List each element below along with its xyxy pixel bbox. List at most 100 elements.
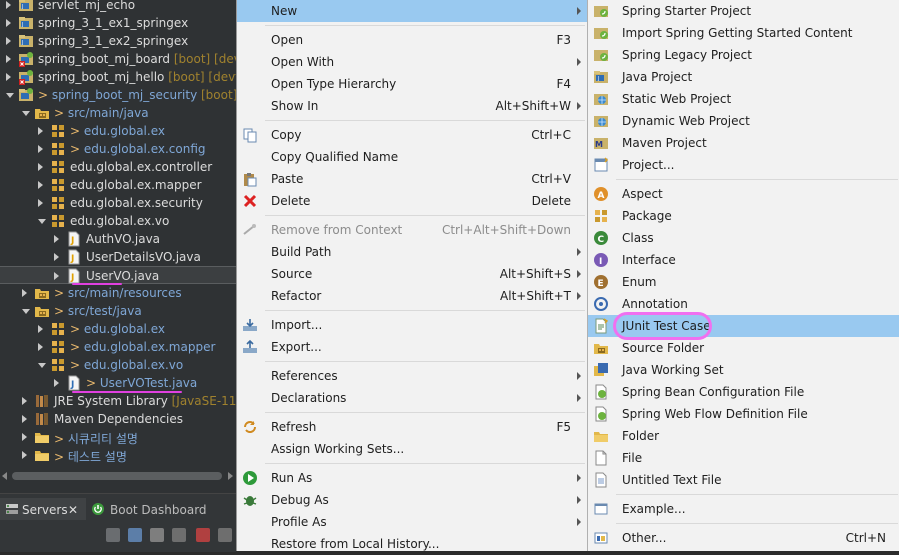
menu-item-source-folder[interactable]: Source Folder (588, 337, 899, 359)
menu-item-import[interactable]: Import... (237, 314, 587, 336)
menu-item-spring-bean-configuration-file[interactable]: Spring Bean Configuration File (588, 381, 899, 403)
chevron-right-icon[interactable] (38, 145, 43, 153)
menu-item-spring-legacy-project[interactable]: Spring Legacy Project (588, 44, 899, 66)
toolbar-button[interactable] (128, 528, 142, 542)
menu-item-restore-from-local-history[interactable]: Restore from Local History... (237, 533, 587, 555)
chevron-right-icon[interactable] (22, 415, 27, 423)
menu-item-assign-working-sets[interactable]: Assign Working Sets... (237, 438, 587, 460)
toolbar-button[interactable] (172, 528, 186, 542)
tab-boot-dashboard[interactable]: Boot Dashboard (88, 498, 232, 520)
menu-item-open-with[interactable]: Open With (237, 51, 587, 73)
tree-item[interactable]: > edu.global.ex.vo (0, 356, 236, 374)
chevron-right-icon[interactable] (54, 253, 59, 261)
menu-item-copy-qualified-name[interactable]: Copy Qualified Name (237, 146, 587, 168)
tab-servers[interactable]: Servers ✕ (0, 498, 86, 520)
chevron-down-icon[interactable] (38, 219, 46, 224)
menu-item-aspect[interactable]: A Aspect (588, 183, 899, 205)
scrollbar-thumb[interactable] (12, 472, 222, 480)
menu-item-open[interactable]: Open F3 (237, 29, 587, 51)
menu-item-project[interactable]: Project... (588, 154, 899, 176)
chevron-right-icon[interactable] (6, 1, 11, 9)
menu-item-folder[interactable]: Folder (588, 425, 899, 447)
chevron-right-icon[interactable] (22, 289, 27, 297)
tree-item[interactable]: J UserDetailsVO.java (0, 248, 236, 266)
tree-item[interactable]: spring_boot_mj_board [boot] [devtools] (0, 50, 236, 68)
menu-item-java-project[interactable]: J Java Project (588, 66, 899, 88)
menu-item-export[interactable]: Export... (237, 336, 587, 358)
toolbar-button[interactable] (150, 528, 164, 542)
tree-item[interactable]: edu.global.ex.controller (0, 158, 236, 176)
menu-item-declarations[interactable]: Declarations (237, 387, 587, 409)
tree-item[interactable]: Maven Dependencies (0, 410, 236, 428)
tree-item[interactable]: edu.global.ex.vo (0, 212, 236, 230)
tree-item[interactable]: J AuthVO.java (0, 230, 236, 248)
close-icon[interactable]: ✕ (68, 503, 78, 517)
tree-item[interactable]: edu.global.ex.security (0, 194, 236, 212)
tree-item[interactable]: spring_boot_mj_hello [boot] [devtools] (0, 68, 236, 86)
menu-item-show-in[interactable]: Show In Alt+Shift+W (237, 95, 587, 117)
menu-item-spring-web-flow-definition-file[interactable]: Spring Web Flow Definition File (588, 403, 899, 425)
menu-item-import-spring-getting-started-content[interactable]: Import Spring Getting Started Content (588, 22, 899, 44)
chevron-down-icon[interactable] (38, 363, 46, 368)
chevron-right-icon[interactable] (22, 397, 27, 405)
chevron-right-icon[interactable] (54, 379, 59, 387)
menu-item-maven-project[interactable]: M Maven Project (588, 132, 899, 154)
explorer-horizontal-scrollbar[interactable] (0, 466, 236, 486)
menu-item-spring-starter-project[interactable]: Spring Starter Project (588, 0, 899, 22)
menu-item-enum[interactable]: E Enum (588, 271, 899, 293)
tree-item[interactable]: > edu.global.ex (0, 122, 236, 140)
tree-item[interactable]: Jspring_3_1_ex2_springex (0, 32, 236, 50)
chevron-right-icon[interactable] (6, 19, 11, 27)
chevron-right-icon[interactable] (38, 181, 43, 189)
menu-item-static-web-project[interactable]: Static Web Project (588, 88, 899, 110)
menu-item-profile-as[interactable]: Profile As (237, 511, 587, 533)
menu-item-run-as[interactable]: Run As (237, 467, 587, 489)
chevron-right-icon[interactable] (22, 451, 27, 459)
menu-item-java-working-set[interactable]: Java Working Set (588, 359, 899, 381)
menu-item-other[interactable]: Other... Ctrl+N (588, 527, 899, 549)
menu-item-interface[interactable]: I Interface (588, 249, 899, 271)
chevron-down-icon[interactable] (22, 111, 30, 116)
menu-item-copy[interactable]: Copy Ctrl+C (237, 124, 587, 146)
chevron-down-icon[interactable] (22, 309, 30, 314)
menu-item-source[interactable]: Source Alt+Shift+S (237, 263, 587, 285)
chevron-right-icon[interactable] (38, 325, 43, 333)
chevron-right-icon[interactable] (38, 127, 43, 135)
tree-item[interactable]: Jservlet_mj_echo (0, 0, 236, 14)
menu-item-refactor[interactable]: Refactor Alt+Shift+T (237, 285, 587, 307)
chevron-right-icon[interactable] (54, 272, 59, 280)
menu-item-file[interactable]: File (588, 447, 899, 469)
chevron-right-icon[interactable] (38, 343, 43, 351)
menu-item-delete[interactable]: Delete Delete (237, 190, 587, 212)
menu-item-example[interactable]: Example... (588, 498, 899, 520)
chevron-down-icon[interactable] (6, 93, 14, 98)
tree-item[interactable]: > 테스트 설명 (0, 446, 236, 464)
tree-item[interactable]: > src/main/java (0, 104, 236, 122)
menu-item-open-type-hierarchy[interactable]: Open Type Hierarchy F4 (237, 73, 587, 95)
chevron-right-icon[interactable] (22, 433, 27, 441)
scroll-right-icon[interactable] (228, 472, 233, 480)
stop-icon[interactable] (196, 528, 210, 542)
tree-item[interactable]: > edu.global.ex (0, 320, 236, 338)
tree-item[interactable]: > src/main/resources (0, 284, 236, 302)
tree-item[interactable]: > 시큐리티 설명 (0, 428, 236, 446)
menu-item-package[interactable]: Package (588, 205, 899, 227)
tree-item[interactable]: > spring_boot_mj_security [boot] [devtoo… (0, 86, 236, 104)
chevron-right-icon[interactable] (6, 73, 11, 81)
tree-item[interactable]: JRE System Library [JavaSE-11] (0, 392, 236, 410)
menu-item-build-path[interactable]: Build Path (237, 241, 587, 263)
chevron-right-icon[interactable] (38, 163, 43, 171)
menu-item-new[interactable]: New (237, 0, 587, 22)
toolbar-button[interactable] (218, 528, 232, 542)
chevron-right-icon[interactable] (38, 199, 43, 207)
chevron-right-icon[interactable] (54, 235, 59, 243)
chevron-right-icon[interactable] (6, 55, 11, 63)
chevron-right-icon[interactable] (6, 37, 11, 45)
menu-item-class[interactable]: C Class (588, 227, 899, 249)
menu-item-debug-as[interactable]: Debug As (237, 489, 587, 511)
menu-item-refresh[interactable]: Refresh F5 (237, 416, 587, 438)
tree-item[interactable]: J UserVO.java (0, 266, 236, 284)
menu-item-paste[interactable]: Paste Ctrl+V (237, 168, 587, 190)
tree-item[interactable]: > edu.global.ex.config (0, 140, 236, 158)
tree-item[interactable]: edu.global.ex.mapper (0, 176, 236, 194)
